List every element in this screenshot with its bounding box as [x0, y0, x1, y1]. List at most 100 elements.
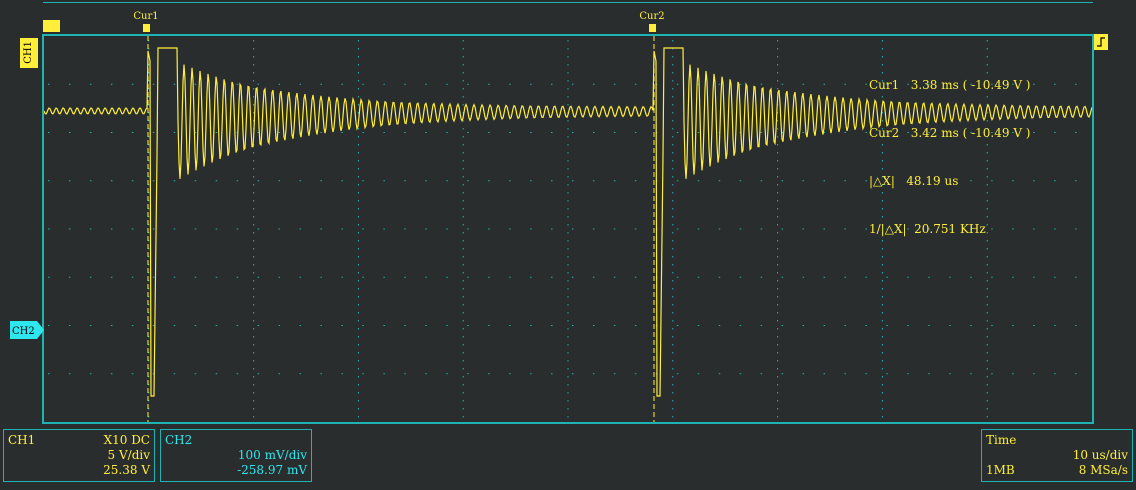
grid-dot	[672, 376, 674, 378]
grid-dot	[89, 180, 92, 182]
grid-dot	[634, 180, 637, 182]
grid-dot	[676, 276, 679, 278]
grid-dot	[110, 83, 113, 85]
grid-dot	[462, 96, 464, 98]
grid-dot	[357, 352, 359, 354]
grid-dot	[676, 132, 679, 133]
grid-dot	[567, 264, 569, 266]
grid-dot	[1054, 325, 1056, 326]
grid-dot	[881, 328, 883, 330]
grid-dot	[462, 144, 464, 146]
grid-dot	[362, 373, 364, 375]
grid-dot	[781, 83, 784, 85]
grid-dot	[881, 400, 883, 402]
grid-dot	[672, 352, 674, 354]
grid-dot	[865, 228, 867, 230]
grid-dot	[881, 416, 883, 418]
grid-dot	[567, 120, 569, 122]
grid-dot	[672, 232, 674, 234]
grid-dot	[462, 168, 464, 170]
grid-dot	[257, 228, 260, 230]
grid-dot	[567, 360, 569, 362]
grid-dot	[253, 320, 255, 322]
waveform-display[interactable]: Cur1 3.38 ms ( -10.49 V ) Cur2 3.42 ms (…	[42, 34, 1094, 424]
grid-dot	[194, 180, 197, 182]
grid-dot	[567, 200, 569, 202]
grid-dot	[672, 368, 674, 370]
time-info-panel[interactable]: Time 10 us/div 1MB 8 MSa/s	[981, 429, 1133, 482]
grid-dot	[672, 272, 674, 274]
grid-dot	[760, 180, 763, 182]
grid-dot	[357, 280, 359, 282]
grid-dot	[881, 280, 883, 282]
grid-dot	[257, 325, 260, 326]
grid-dot	[110, 228, 113, 230]
sample-rate: 8 MSa/s	[1078, 463, 1128, 477]
grid-dot	[567, 368, 569, 370]
grid-dot	[567, 88, 569, 90]
grid-dot	[383, 83, 385, 85]
grid-dot	[777, 280, 779, 282]
grid-dot	[131, 83, 134, 85]
grid-dot	[777, 56, 779, 58]
grid-dot	[253, 368, 255, 370]
grid-dot	[462, 232, 464, 234]
ch2-level-marker[interactable]: CH2	[10, 321, 44, 339]
grid-dot	[278, 373, 281, 375]
grid-dot	[404, 132, 406, 133]
grid-dot	[488, 132, 490, 133]
grid-dot	[567, 56, 569, 58]
grid-dot	[215, 228, 218, 230]
grid-dot	[278, 228, 281, 230]
grid-dot	[462, 64, 464, 66]
grid-dot	[672, 192, 674, 194]
grid-dot	[110, 325, 113, 326]
grid-dot	[362, 83, 364, 85]
grid-dot	[462, 136, 464, 138]
grid-dot	[1075, 228, 1077, 230]
grid-dot	[299, 373, 302, 375]
time-panel-name: Time	[986, 433, 1017, 447]
grid-dot	[462, 400, 464, 402]
grid-dot	[986, 288, 988, 290]
ch1-level-marker[interactable]: CH1	[20, 38, 38, 68]
grid-dot	[697, 373, 700, 375]
ch2-info-panel[interactable]: CH2 100 mV/div -258.97 mV	[160, 429, 312, 482]
grid-dot	[488, 325, 490, 326]
grid-dot	[357, 192, 359, 194]
grid-dot	[592, 83, 595, 85]
grid-dot	[567, 384, 569, 386]
grid-dot	[567, 160, 569, 162]
grid-dot	[357, 72, 359, 74]
grid-dot	[253, 64, 255, 66]
grid-dot	[509, 325, 511, 326]
grid-dot	[777, 72, 779, 74]
grid-dot	[320, 373, 322, 375]
grid-dot	[48, 132, 50, 133]
grid-dot	[881, 360, 883, 362]
ch1-info-panel[interactable]: CH1 X10 DC 5 V/div 25.38 V	[3, 429, 155, 482]
grid-dot	[253, 56, 255, 58]
cursor-ticks	[143, 24, 656, 32]
grid-dot	[48, 83, 50, 85]
grid-dot	[253, 184, 255, 186]
grid-dot	[676, 373, 679, 375]
grid-dot	[672, 40, 674, 42]
grid-dot	[986, 392, 988, 394]
grid-dot	[48, 276, 50, 278]
grid-dot	[802, 132, 805, 133]
grid-dot	[672, 80, 674, 82]
grid-dot	[357, 416, 359, 418]
grid-dot	[446, 132, 448, 133]
grid-dot	[613, 132, 616, 133]
trigger-level-marker[interactable]	[1094, 34, 1108, 50]
grid-dot	[173, 180, 176, 182]
grid-dot	[236, 180, 239, 182]
grid-dot	[986, 384, 988, 386]
grid-dot	[739, 276, 742, 278]
grid-dot	[253, 80, 255, 82]
grid-dot	[777, 120, 779, 122]
grid-dot	[89, 132, 92, 133]
grid-dot	[865, 83, 867, 85]
grid-dot	[488, 228, 490, 230]
